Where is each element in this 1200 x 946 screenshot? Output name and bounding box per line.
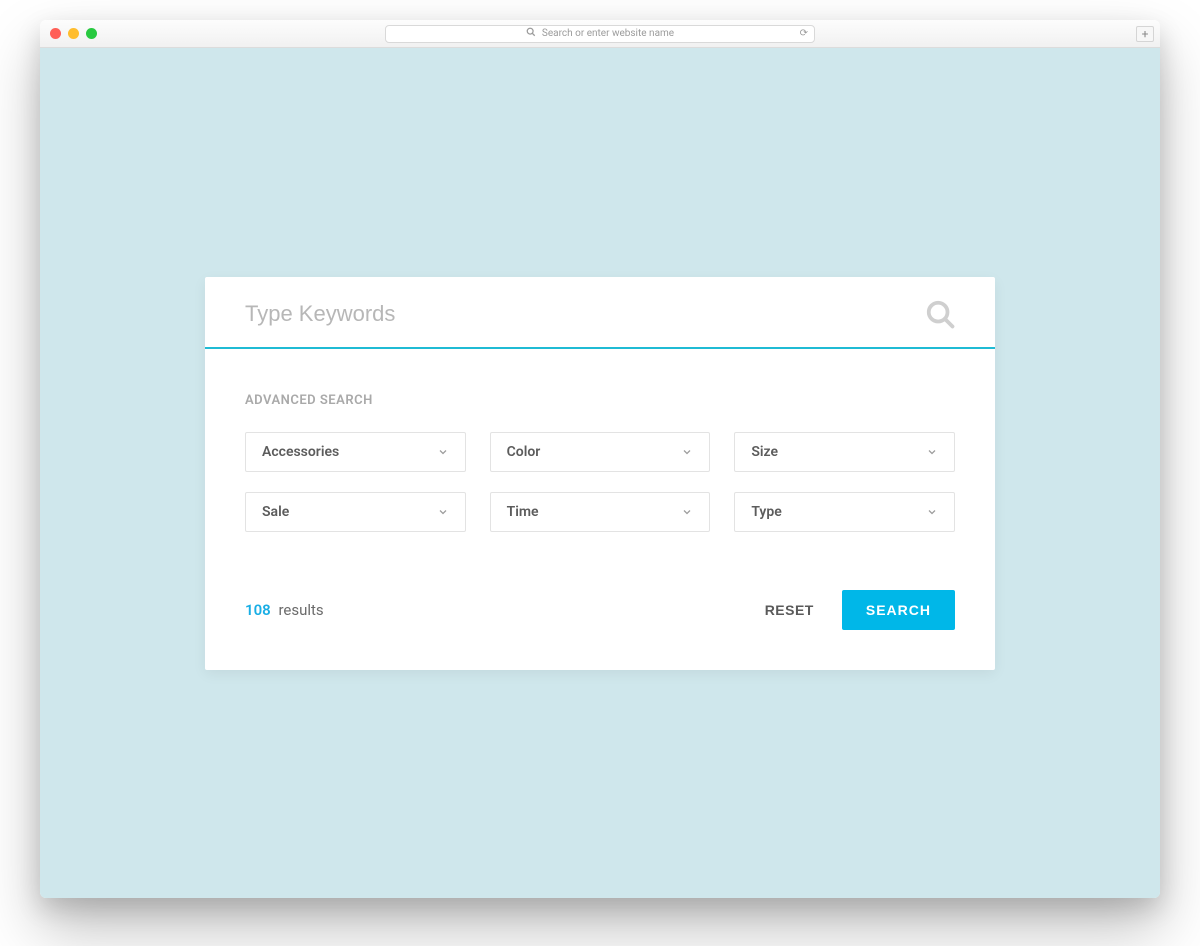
chevron-down-icon: [681, 446, 693, 458]
search-button[interactable]: SEARCH: [842, 590, 955, 630]
filter-color[interactable]: Color: [490, 432, 711, 472]
browser-title-bar: Search or enter website name ⟳ +: [40, 20, 1160, 48]
browser-window: Search or enter website name ⟳ + ADVANCE…: [40, 20, 1160, 898]
search-panel: ADVANCED SEARCH Accessories Color: [205, 277, 995, 670]
search-icon[interactable]: [925, 299, 955, 329]
action-buttons: RESET SEARCH: [765, 590, 955, 630]
browser-address-bar[interactable]: Search or enter website name ⟳: [385, 25, 815, 43]
refresh-icon[interactable]: ⟳: [800, 28, 808, 39]
dropdown-label: Time: [507, 504, 539, 520]
filter-sale[interactable]: Sale: [245, 492, 466, 532]
dropdown-label: Color: [507, 444, 541, 460]
filter-size[interactable]: Size: [734, 432, 955, 472]
page-viewport: ADVANCED SEARCH Accessories Color: [40, 48, 1160, 898]
dropdown-label: Size: [751, 444, 778, 460]
filter-accessories[interactable]: Accessories: [245, 432, 466, 472]
search-bar: [205, 277, 995, 349]
new-tab-button[interactable]: +: [1136, 26, 1154, 42]
chevron-down-icon: [926, 506, 938, 518]
dropdown-label: Type: [751, 504, 781, 520]
section-title: ADVANCED SEARCH: [245, 393, 955, 408]
keyword-input[interactable]: [245, 301, 913, 327]
filter-type[interactable]: Type: [734, 492, 955, 532]
advanced-search-section: ADVANCED SEARCH Accessories Color: [205, 349, 995, 670]
chevron-down-icon: [437, 446, 449, 458]
search-icon: [526, 27, 536, 40]
reset-button[interactable]: RESET: [765, 602, 814, 618]
dropdown-label: Accessories: [262, 444, 339, 460]
window-controls: [50, 28, 97, 39]
maximize-window-button[interactable]: [86, 28, 97, 39]
filter-time[interactable]: Time: [490, 492, 711, 532]
filter-grid: Accessories Color Size: [245, 432, 955, 532]
results-number: 108: [245, 601, 271, 619]
chevron-down-icon: [681, 506, 693, 518]
minimize-window-button[interactable]: [68, 28, 79, 39]
dropdown-label: Sale: [262, 504, 289, 520]
chevron-down-icon: [926, 446, 938, 458]
results-label: results: [278, 601, 323, 619]
chevron-down-icon: [437, 506, 449, 518]
close-window-button[interactable]: [50, 28, 61, 39]
panel-footer: 108 results RESET SEARCH: [245, 590, 955, 630]
address-bar-placeholder: Search or enter website name: [542, 28, 674, 39]
results-count: 108 results: [245, 601, 324, 619]
